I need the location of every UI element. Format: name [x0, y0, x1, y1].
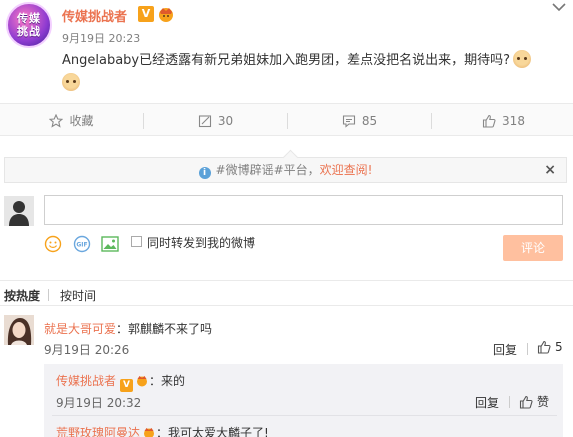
notice-text: #微博辟谣#平台，	[215, 163, 320, 177]
thumbs-up-icon	[482, 114, 496, 128]
author-name[interactable]: 传媒挑战者	[62, 6, 127, 25]
reply-text: 来的	[161, 374, 186, 388]
reply-colon: ：	[149, 374, 162, 388]
like-button[interactable]: 318	[432, 104, 573, 137]
verified-badge-icon: V	[138, 6, 154, 22]
reply-like-button[interactable]: 赞	[519, 393, 549, 410]
comment-sort-bar: 按热度 按时间	[0, 280, 573, 306]
repost-button[interactable]: 30	[144, 104, 287, 137]
repost-icon	[198, 114, 211, 127]
repost-checkbox[interactable]	[131, 236, 142, 247]
cat-face-emoji-icon	[513, 50, 532, 68]
comment-icon	[342, 114, 355, 128]
image-icon[interactable]	[101, 235, 119, 253]
svg-text:GIF: GIF	[76, 242, 87, 249]
comment-text: 郭麒麟不来了吗	[128, 322, 213, 336]
comment-colon: ：	[116, 322, 129, 336]
commenter-photo-icon	[4, 315, 34, 345]
author-avatar[interactable]: 传媒挑战	[6, 2, 52, 48]
emoji-icon[interactable]	[44, 235, 62, 253]
comment-count: 85	[361, 113, 378, 128]
thumbs-up-icon	[519, 395, 533, 409]
commenter-avatar[interactable]	[4, 315, 34, 345]
notice-link[interactable]: 欢迎查阅!	[320, 163, 373, 177]
comment-button[interactable]: 85	[288, 104, 431, 137]
reply-line: 荒野玫瑰阿曼达 ：我可太爱大麟子了!	[56, 424, 269, 437]
repost-checkbox-label[interactable]: 同时转发到我的微博	[147, 234, 255, 251]
comment-like-count: 5	[555, 340, 563, 354]
chevron-down-icon[interactable]	[550, 0, 568, 14]
reply-colon: ：	[156, 426, 169, 437]
divider	[48, 289, 49, 301]
divider	[527, 343, 528, 355]
post-time[interactable]: 9月19日 20:23	[62, 30, 140, 46]
current-user-avatar[interactable]	[4, 196, 34, 226]
sort-by-time-tab[interactable]: 按时间	[60, 287, 96, 304]
reply-time: 9月19日 20:32	[56, 396, 142, 410]
reply-button[interactable]: 回复	[493, 341, 517, 358]
verified-badge-icon: V	[120, 379, 134, 392]
gif-icon[interactable]: GIF	[73, 235, 91, 253]
submit-comment-button[interactable]: 评论	[503, 235, 563, 261]
reply-like-label: 赞	[537, 395, 550, 409]
star-icon	[49, 113, 64, 128]
crown-badge-icon	[144, 428, 155, 437]
comment-input[interactable]	[44, 195, 563, 225]
like-count: 318	[502, 113, 525, 128]
replier-name[interactable]: 传媒挑战者	[56, 374, 116, 388]
comment-time: 9月19日 20:26	[44, 343, 130, 357]
weibo-post-page: 传媒挑战 传媒挑战者 V 9月19日 20:23 Angelababy已经透露有…	[0, 0, 573, 437]
close-icon[interactable]: ×	[544, 158, 556, 182]
reply-line: 传媒挑战者 V ：来的	[56, 372, 185, 392]
author-avatar-text: 传媒挑战	[17, 12, 41, 38]
info-icon: i	[198, 167, 211, 179]
post-text: Angelababy已经透露有新兄弟姐妹加入跑男团，差点没把名说出来，期待吗?	[62, 50, 562, 72]
comment-like-button[interactable]: 5	[537, 340, 563, 354]
reply-button[interactable]: 回复	[475, 394, 499, 411]
crown-badge-icon	[159, 8, 173, 22]
replier-name[interactable]: 荒野玫瑰阿曼达	[56, 426, 140, 437]
favorite-button[interactable]: 收藏	[0, 104, 143, 137]
crown-badge-icon	[137, 376, 148, 387]
reply-text: 我可太爱大麟子了!	[168, 426, 269, 437]
rumor-notice-banner: i #微博辟谣#平台，欢迎查阅! ×	[4, 157, 567, 183]
favorite-label: 收藏	[69, 114, 94, 128]
default-user-icon	[4, 196, 34, 226]
comment-line: 就是大哥可爱：郭麒麟不来了吗	[44, 320, 212, 337]
post-text-body: Angelababy已经透露有新兄弟姐妹加入跑男团，差点没把名说出来，期待吗?	[62, 53, 511, 68]
divider	[52, 415, 557, 416]
sort-by-hot-tab[interactable]: 按热度	[4, 287, 40, 304]
divider	[509, 396, 510, 408]
repost-count: 30	[217, 113, 234, 128]
cat-face-emoji-icon	[62, 73, 80, 91]
post-action-bar: 收藏 30 85 318	[0, 103, 573, 136]
thumbs-up-icon	[537, 340, 551, 354]
commenter-name[interactable]: 就是大哥可爱	[44, 322, 116, 336]
